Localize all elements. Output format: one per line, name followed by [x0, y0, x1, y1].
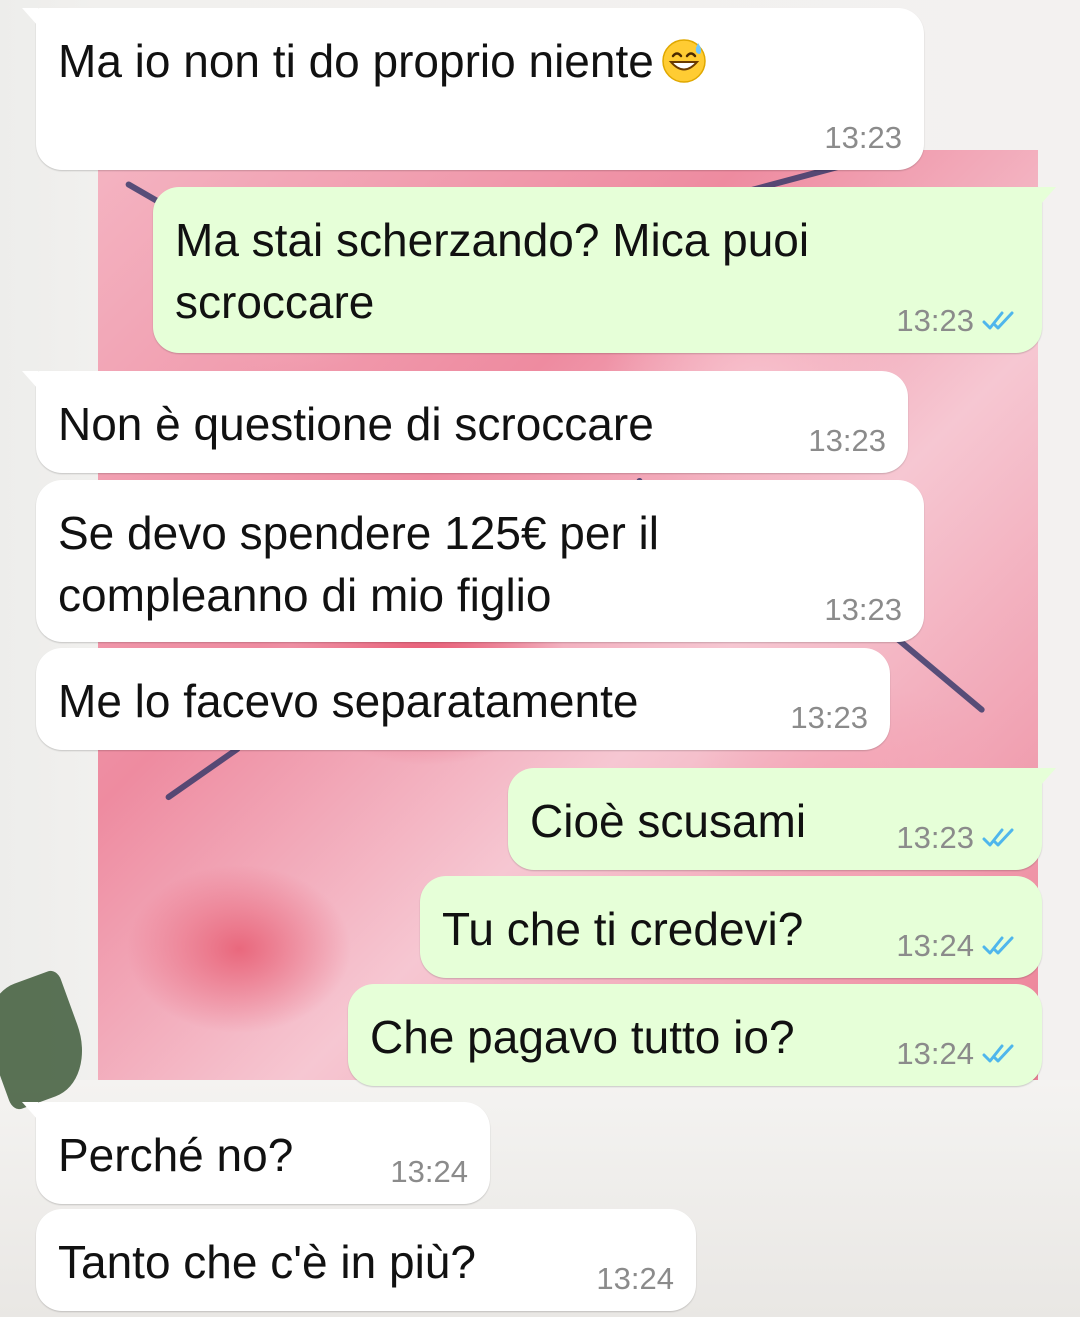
message-time: 13:24: [596, 1261, 674, 1296]
grinning-sweat-emoji: [662, 39, 706, 83]
message-bubble-incoming[interactable]: Ma io non ti do proprio niente 13:23: [22, 8, 924, 170]
message-time: 13:23: [896, 303, 974, 338]
message-bubble-incoming[interactable]: Perché no? 13:24: [22, 1102, 490, 1204]
message-bubble-incoming[interactable]: Me lo facevo separatamente 13:23: [36, 648, 890, 750]
message-bubble-incoming[interactable]: Se devo spendere 125€ per il compleanno …: [36, 480, 924, 642]
message-meta: 13:23: [824, 120, 902, 156]
message-time: 13:23: [824, 120, 902, 155]
message-time: 13:23: [808, 423, 886, 458]
read-receipt-icon: [982, 936, 1014, 955]
message-time: 13:23: [896, 820, 974, 855]
message-meta: 13:23: [896, 820, 1020, 856]
message-bubble-outgoing[interactable]: Che pagavo tutto io? 13:24: [348, 984, 1042, 1086]
chat-thread: Ma io non ti do proprio niente 13:23 Ma …: [0, 0, 1080, 1317]
message-bubble-outgoing[interactable]: Cioè scusami 13:23: [508, 768, 1056, 870]
message-meta: 13:24: [390, 1154, 468, 1190]
message-time: 13:24: [896, 1036, 974, 1071]
message-meta: 13:23: [808, 423, 886, 459]
message-time: 13:24: [390, 1154, 468, 1189]
message-bubble-incoming[interactable]: Non è questione di scroccare 13:23: [22, 371, 908, 473]
message-text: Ma stai scherzando? Mica puoi scroccare: [175, 214, 810, 328]
message-time: 13:24: [896, 928, 974, 963]
read-receipt-icon: [982, 1044, 1014, 1063]
message-bubble-outgoing[interactable]: Ma stai scherzando? Mica puoi scroccare …: [153, 187, 1056, 353]
message-meta: 13:23: [824, 592, 902, 628]
read-receipt-icon: [982, 311, 1014, 330]
read-receipt-icon: [982, 828, 1014, 847]
message-text: Non è questione di scroccare: [58, 398, 654, 450]
message-text: Se devo spendere 125€ per il compleanno …: [58, 507, 659, 621]
message-time: 13:23: [824, 592, 902, 627]
message-meta: 13:24: [896, 1036, 1020, 1072]
message-meta: 13:23: [896, 303, 1020, 339]
message-meta: 13:23: [790, 700, 868, 736]
message-meta: 13:24: [596, 1261, 674, 1297]
message-text: Tanto che c'è in più?: [58, 1236, 476, 1288]
message-time: 13:23: [790, 700, 868, 735]
message-text: Ma io non ti do proprio niente: [58, 30, 900, 92]
message-bubble-outgoing[interactable]: Tu che ti credevi? 13:24: [420, 876, 1042, 978]
message-meta: 13:24: [896, 928, 1020, 964]
message-text: Me lo facevo separatamente: [58, 675, 639, 727]
message-bubble-incoming[interactable]: Tanto che c'è in più? 13:24: [36, 1209, 696, 1311]
